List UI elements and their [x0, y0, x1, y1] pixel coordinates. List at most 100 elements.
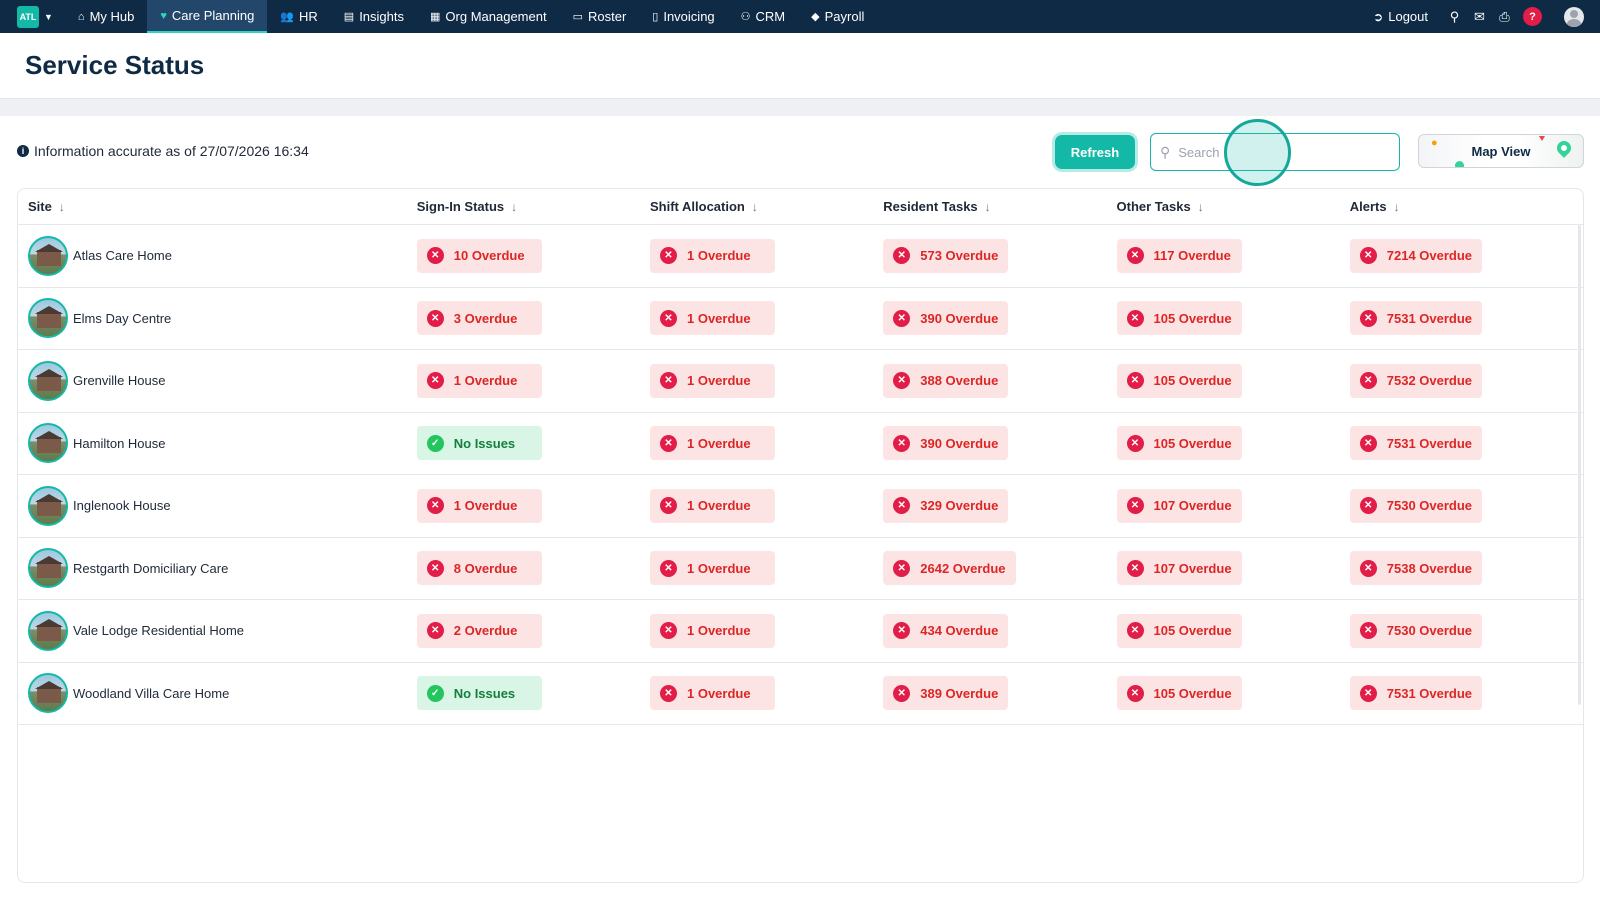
nav-item-insights[interactable]: ▤ Insights: [331, 0, 417, 33]
sort-arrow-icon[interactable]: ↓: [1394, 200, 1400, 214]
status-badge[interactable]: ✕ 3 Overdue: [416, 301, 542, 336]
print-icon[interactable]: ⎙: [1492, 4, 1517, 29]
site-name[interactable]: Vale Lodge Residential Home: [73, 623, 244, 638]
table-row[interactable]: Inglenook House ✕ 1 Overdue ✕ 1 Overdue ✕ 329 …: [18, 475, 1583, 538]
status-badge[interactable]: ✓ No Issues: [416, 426, 542, 461]
column-header-resident-tasks[interactable]: Resident Tasks ↓: [883, 199, 1116, 214]
status-badge[interactable]: ✕ 7531 Overdue: [1349, 301, 1483, 336]
status-badge[interactable]: ✕ 7530 Overdue: [1349, 488, 1483, 523]
column-header-alerts[interactable]: Alerts ↓: [1350, 199, 1583, 214]
status-badge[interactable]: ✕ 1 Overdue: [650, 426, 775, 461]
status-badge[interactable]: ✕ 1 Overdue: [650, 551, 775, 586]
search-box[interactable]: ⚲: [1150, 133, 1400, 171]
site-name[interactable]: Restgarth Domiciliary Care: [73, 561, 228, 576]
status-badge[interactable]: ✕ 1 Overdue: [650, 613, 775, 648]
status-badge[interactable]: ✕ 105 Overdue: [1116, 426, 1242, 461]
sort-arrow-icon[interactable]: ↓: [985, 200, 991, 214]
nav-item-hr[interactable]: 👥 HR: [267, 0, 330, 33]
nav-item-invoicing[interactable]: ▯ Invoicing: [639, 0, 727, 33]
status-badge[interactable]: ✕ 7531 Overdue: [1349, 426, 1483, 461]
status-badge[interactable]: ✕ 573 Overdue: [883, 238, 1009, 273]
help-button[interactable]: ?: [1523, 7, 1542, 26]
column-header-sign-in-status[interactable]: Sign-In Status ↓: [417, 199, 650, 214]
status-badge[interactable]: ✕ 388 Overdue: [883, 363, 1009, 398]
sort-arrow-icon[interactable]: ↓: [752, 200, 758, 214]
table-row[interactable]: Elms Day Centre ✕ 3 Overdue ✕ 1 Overdue ✕ 390 …: [18, 288, 1583, 350]
site-name[interactable]: Grenville House: [73, 373, 166, 388]
column-header-site[interactable]: Site ↓: [18, 199, 417, 214]
site-cell[interactable]: Elms Day Centre: [18, 298, 417, 339]
status-badge[interactable]: ✕ 1 Overdue: [416, 488, 542, 523]
refresh-button[interactable]: Refresh: [1055, 135, 1135, 169]
table-row[interactable]: Restgarth Domiciliary Care ✕ 8 Overdue ✕ 1 O…: [18, 538, 1583, 600]
nav-item-roster[interactable]: ▭ Roster: [560, 0, 640, 33]
site-cell[interactable]: Hamilton House: [18, 423, 417, 464]
status-badge[interactable]: ✕ 2642 Overdue: [883, 551, 1016, 586]
status-badge[interactable]: ✕ 7531 Overdue: [1349, 676, 1483, 711]
table-row[interactable]: Vale Lodge Residential Home ✕ 2 Overdue ✕ 1 …: [18, 600, 1583, 663]
status-badge[interactable]: ✕ 8 Overdue: [416, 551, 542, 586]
table-row[interactable]: Atlas Care Home ✕ 10 Overdue ✕ 1 Overdue ✕ 573…: [18, 225, 1583, 288]
site-name[interactable]: Hamilton House: [73, 436, 166, 451]
status-badge[interactable]: ✕ 105 Overdue: [1116, 613, 1242, 648]
site-name[interactable]: Elms Day Centre: [73, 311, 171, 326]
site-name[interactable]: Inglenook House: [73, 498, 171, 513]
status-badge[interactable]: ✕ 329 Overdue: [883, 488, 1009, 523]
status-badge[interactable]: ✕ 10 Overdue: [416, 238, 542, 273]
table-row[interactable]: Woodland Villa Care Home ✓ No Issues ✕ 1 Ove…: [18, 663, 1583, 725]
status-badge[interactable]: ✕ 1 Overdue: [650, 363, 775, 398]
column-header-shift-allocation[interactable]: Shift Allocation ↓: [650, 199, 883, 214]
scrollbar[interactable]: [1578, 225, 1581, 705]
status-badge[interactable]: ✕ 1 Overdue: [650, 301, 775, 336]
site-cell[interactable]: Vale Lodge Residential Home: [18, 610, 417, 651]
status-badge[interactable]: ✕ 1 Overdue: [650, 676, 775, 711]
column-header-other-tasks[interactable]: Other Tasks ↓: [1117, 199, 1350, 214]
search-input[interactable]: [1178, 144, 1379, 160]
status-badge[interactable]: ✕ 389 Overdue: [883, 676, 1009, 711]
sort-arrow-icon[interactable]: ↓: [59, 200, 65, 214]
site-name[interactable]: Woodland Villa Care Home: [73, 686, 229, 701]
site-cell[interactable]: Inglenook House: [18, 485, 417, 526]
table-row[interactable]: Hamilton House ✓ No Issues ✕ 1 Overdue ✕ 390 O…: [18, 413, 1583, 475]
status-badge[interactable]: ✕ 7530 Overdue: [1349, 613, 1483, 648]
user-avatar[interactable]: [1564, 6, 1584, 27]
status-badge[interactable]: ✕ 7214 Overdue: [1349, 238, 1483, 273]
nav-item-care-planning[interactable]: ♥ Care Planning: [147, 0, 268, 33]
map-view-button[interactable]: ● Map View: [1418, 134, 1584, 168]
nav-item-crm[interactable]: ⚇ CRM: [728, 0, 798, 33]
nav-item-org-management[interactable]: ▦ Org Management: [417, 0, 560, 33]
chart-icon: ▤: [343, 11, 355, 23]
nav-item-payroll[interactable]: ◆ Payroll: [798, 0, 877, 33]
table-row[interactable]: Grenville House ✕ 1 Overdue ✕ 1 Overdue ✕ 388 …: [18, 350, 1583, 413]
mail-icon[interactable]: ✉: [1467, 4, 1492, 29]
nav-item-my-hub[interactable]: ⌂ My Hub: [65, 0, 147, 33]
sort-arrow-icon[interactable]: ↓: [1198, 200, 1204, 214]
status-badge[interactable]: ✕ 117 Overdue: [1116, 238, 1242, 273]
site-name[interactable]: Atlas Care Home: [73, 248, 172, 263]
status-badge[interactable]: ✕ 1 Overdue: [650, 488, 775, 523]
status-badge[interactable]: ✕ 105 Overdue: [1116, 363, 1242, 398]
status-badge[interactable]: ✕ 105 Overdue: [1116, 301, 1242, 336]
status-badge[interactable]: ✕ 434 Overdue: [883, 613, 1009, 648]
status-badge[interactable]: ✕ 2 Overdue: [416, 613, 542, 648]
status-badge[interactable]: ✕ 107 Overdue: [1116, 488, 1242, 523]
status-badge-label: 388 Overdue: [920, 373, 999, 389]
top-navigation-bar: ATL ▼ ⌂ My Hub ♥ Care Planning 👥 HR ▤ Insights ▦…: [0, 0, 1600, 33]
status-badge[interactable]: ✕ 1 Overdue: [650, 238, 775, 273]
status-badge[interactable]: ✕ 7538 Overdue: [1349, 551, 1483, 586]
status-badge[interactable]: ✕ 390 Overdue: [883, 301, 1009, 336]
sort-arrow-icon[interactable]: ↓: [511, 200, 517, 214]
status-badge[interactable]: ✕ 107 Overdue: [1116, 551, 1242, 586]
site-cell[interactable]: Restgarth Domiciliary Care: [18, 548, 417, 589]
status-badge[interactable]: ✕ 390 Overdue: [883, 426, 1009, 461]
status-badge[interactable]: ✕ 7532 Overdue: [1349, 363, 1483, 398]
status-badge[interactable]: ✕ 105 Overdue: [1116, 676, 1242, 711]
site-cell[interactable]: Atlas Care Home: [18, 235, 417, 276]
status-badge[interactable]: ✓ No Issues: [416, 676, 542, 711]
logout-button[interactable]: ➲ Logout: [1373, 9, 1428, 24]
site-cell[interactable]: Woodland Villa Care Home: [18, 673, 417, 714]
site-cell[interactable]: Grenville House: [18, 360, 417, 401]
status-badge[interactable]: ✕ 1 Overdue: [416, 363, 542, 398]
search-icon[interactable]: ⚲: [1442, 4, 1467, 29]
brand-switcher[interactable]: ATL ▼: [17, 5, 53, 28]
